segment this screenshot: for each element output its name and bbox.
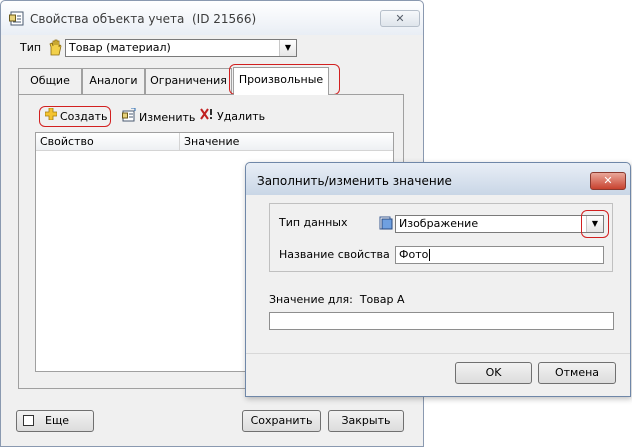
main-titlebar: Свойства объекта учета (ID 21566) ✕ [1, 1, 423, 35]
image-type-icon [379, 216, 393, 230]
data-type-dropdown-highlight [581, 210, 609, 238]
main-close-button[interactable]: ✕ [380, 10, 420, 27]
tab-analogs-label: Аналоги [89, 74, 138, 87]
column-header-value-label: Значение [184, 135, 240, 148]
property-name-label: Название свойства [279, 248, 390, 261]
hand-type-icon [47, 39, 63, 56]
dialog-title: Заполнить/изменить значение [257, 174, 452, 188]
text-cursor [429, 249, 431, 261]
property-name-input[interactable]: Фото [395, 246, 604, 264]
edit-button[interactable]: Изменить [122, 107, 196, 128]
tab-general-label: Общие [30, 74, 70, 87]
window-title: Свойства объекта учета (ID 21566) [30, 12, 256, 26]
value-for-label: Значение для: Товар А [269, 293, 405, 306]
fill-value-dialog: Заполнить/изменить значение ✕ Тип данных… [245, 162, 631, 397]
close-button-label: Закрыть [341, 414, 391, 427]
delete-button[interactable]: Удалить [200, 108, 265, 126]
close-icon: ✕ [603, 174, 613, 187]
data-type-combo[interactable]: Изображение ▼ [395, 215, 604, 233]
properties-icon [9, 11, 25, 26]
type-combo-value: Товар (материал) [69, 41, 171, 54]
delete-button-label: Удалить [217, 110, 266, 123]
active-tab-joiner [234, 93, 328, 95]
save-button-label: Сохранить [250, 414, 313, 427]
tab-restrictions-label: Ограничения [150, 74, 227, 87]
value-for-caption: Значение для: [269, 293, 353, 306]
more-checkbox-label: Еще [45, 414, 70, 427]
type-combo[interactable]: Товар (материал) ▼ [65, 39, 297, 57]
close-button[interactable]: Закрыть [328, 410, 404, 432]
edit-button-label: Изменить [139, 111, 196, 124]
data-type-label: Тип данных [279, 216, 348, 229]
close-icon: ✕ [395, 12, 405, 25]
window-title-id: (ID 21566) [192, 12, 257, 26]
dialog-close-button[interactable]: ✕ [590, 172, 626, 190]
value-input[interactable] [269, 312, 614, 330]
grid-header: Свойство Значение [36, 133, 393, 151]
dialog-divider [246, 353, 630, 354]
column-header-property[interactable]: Свойство [36, 133, 180, 150]
create-button-highlight [39, 106, 111, 127]
ok-button[interactable]: OK [455, 362, 532, 384]
delete-icon [200, 108, 214, 126]
tab-restrictions[interactable]: Ограничения [145, 68, 232, 94]
property-name-text: Фото [399, 248, 429, 261]
save-button[interactable]: Сохранить [242, 410, 321, 432]
ok-button-label: OK [485, 366, 502, 379]
more-checkbox-box[interactable] [23, 415, 34, 426]
property-name-value: Фото [399, 248, 431, 261]
type-label: Тип [20, 41, 42, 54]
tab-analogs[interactable]: Аналоги [82, 68, 145, 94]
edit-icon [122, 107, 136, 128]
dropdown-arrow-icon[interactable]: ▼ [279, 40, 296, 56]
tab-custom-highlight [229, 64, 340, 95]
data-type-value: Изображение [399, 217, 479, 230]
column-header-property-label: Свойство [40, 135, 94, 148]
window-title-text: Свойства объекта учета [30, 12, 185, 26]
more-checkbox[interactable]: Еще [16, 410, 94, 432]
cancel-button[interactable]: Отмена [538, 362, 616, 384]
cancel-button-label: Отмена [554, 366, 600, 379]
tab-general[interactable]: Общие [18, 68, 82, 94]
dialog-titlebar: Заполнить/изменить значение ✕ [246, 163, 630, 195]
column-header-value[interactable]: Значение [180, 133, 393, 150]
value-for-object: Товар А [359, 293, 405, 306]
